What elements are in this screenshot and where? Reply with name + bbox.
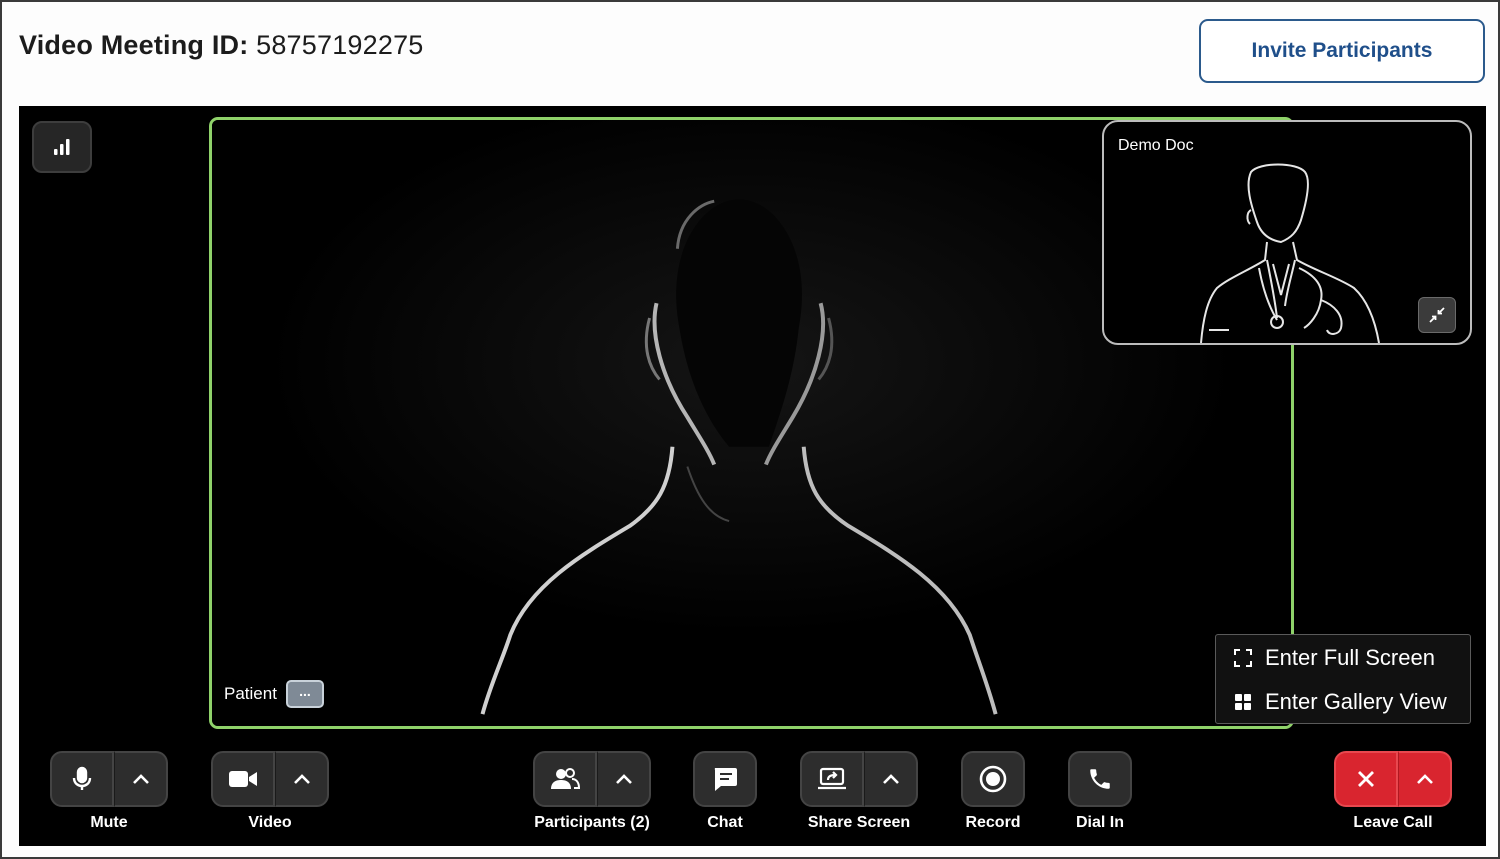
dial-in-control: Dial In [1068, 751, 1132, 832]
enter-gallery-view-item[interactable]: Enter Gallery View [1233, 689, 1447, 715]
minimize-self-view-button[interactable] [1418, 297, 1456, 333]
microphone-icon [72, 766, 92, 790]
gallery-view-label: Enter Gallery View [1265, 689, 1447, 714]
invite-participants-button[interactable]: Invite Participants [1199, 19, 1485, 83]
meeting-id-label: Video Meeting ID: [19, 30, 249, 60]
participant-name-tag: Patient ... [224, 680, 324, 708]
dial-in-label: Dial In [1075, 814, 1124, 831]
chevron-up-icon [1416, 774, 1433, 784]
self-view-name: Demo Doc [1118, 137, 1194, 154]
leave-call-label: Leave Call [1353, 814, 1433, 831]
leave-call-options-button[interactable] [1398, 751, 1452, 807]
full-screen-label: Enter Full Screen [1265, 645, 1435, 670]
chat-button[interactable] [693, 751, 757, 807]
audio-options-button[interactable] [114, 751, 168, 807]
share-screen-label: Share Screen [807, 814, 911, 831]
more-options-icon[interactable]: ... [285, 680, 324, 708]
chat-icon [714, 768, 737, 791]
leave-call-button[interactable] [1334, 751, 1398, 807]
self-view-tile[interactable]: Demo Doc [1102, 120, 1472, 345]
camera-icon [229, 771, 257, 787]
meeting-title: Video Meeting ID: 58757192275 [19, 30, 424, 61]
minimize-icon [1429, 307, 1445, 323]
record-icon [979, 765, 1007, 793]
enter-full-screen-item[interactable]: Enter Full Screen [1233, 645, 1435, 671]
chevron-up-icon [882, 774, 899, 784]
video-stage: Patient ... Demo Doc Enter Full Screen E… [19, 106, 1486, 846]
share-screen-icon [818, 767, 846, 790]
gallery-grid-icon [1235, 694, 1251, 710]
record-button[interactable] [961, 751, 1025, 807]
chevron-up-icon [293, 774, 310, 784]
app-frame: Video Meeting ID: 58757192275 Invite Par… [0, 0, 1500, 859]
participants-button[interactable] [533, 751, 597, 807]
fullscreen-icon [1234, 649, 1252, 667]
mute-control: Mute [50, 751, 168, 832]
video-control: Video [211, 751, 329, 832]
meeting-id-value: 58757192275 [256, 30, 424, 60]
participants-options-button[interactable] [597, 751, 651, 807]
doctor-avatar-icon [1200, 163, 1380, 343]
mute-label: Mute [90, 814, 128, 831]
participants-icon [551, 768, 580, 789]
video-options-button[interactable] [275, 751, 329, 807]
leave-call-control: Leave Call [1334, 751, 1452, 832]
participants-control: Participants (2) [533, 751, 651, 832]
video-toggle-button[interactable] [211, 751, 275, 807]
participants-label: Participants (2) [534, 814, 650, 831]
view-options-menu: Enter Full Screen Enter Gallery View [1215, 634, 1471, 724]
record-label: Record [965, 814, 1021, 831]
share-screen-options-button[interactable] [864, 751, 918, 807]
participant-name: Patient [224, 684, 277, 703]
chat-control: Chat [693, 751, 757, 832]
chevron-up-icon [615, 774, 632, 784]
share-screen-button[interactable] [800, 751, 864, 807]
close-icon [1358, 771, 1374, 787]
chevron-up-icon [132, 774, 149, 784]
dial-in-button[interactable] [1068, 751, 1132, 807]
connection-quality-button[interactable] [32, 121, 92, 173]
phone-icon [1090, 769, 1110, 789]
record-control: Record [961, 751, 1025, 832]
share-screen-control: Share Screen [800, 751, 918, 832]
mute-button[interactable] [50, 751, 114, 807]
video-label: Video [248, 814, 292, 831]
chat-label: Chat [707, 814, 743, 831]
signal-strength-icon [54, 139, 70, 155]
